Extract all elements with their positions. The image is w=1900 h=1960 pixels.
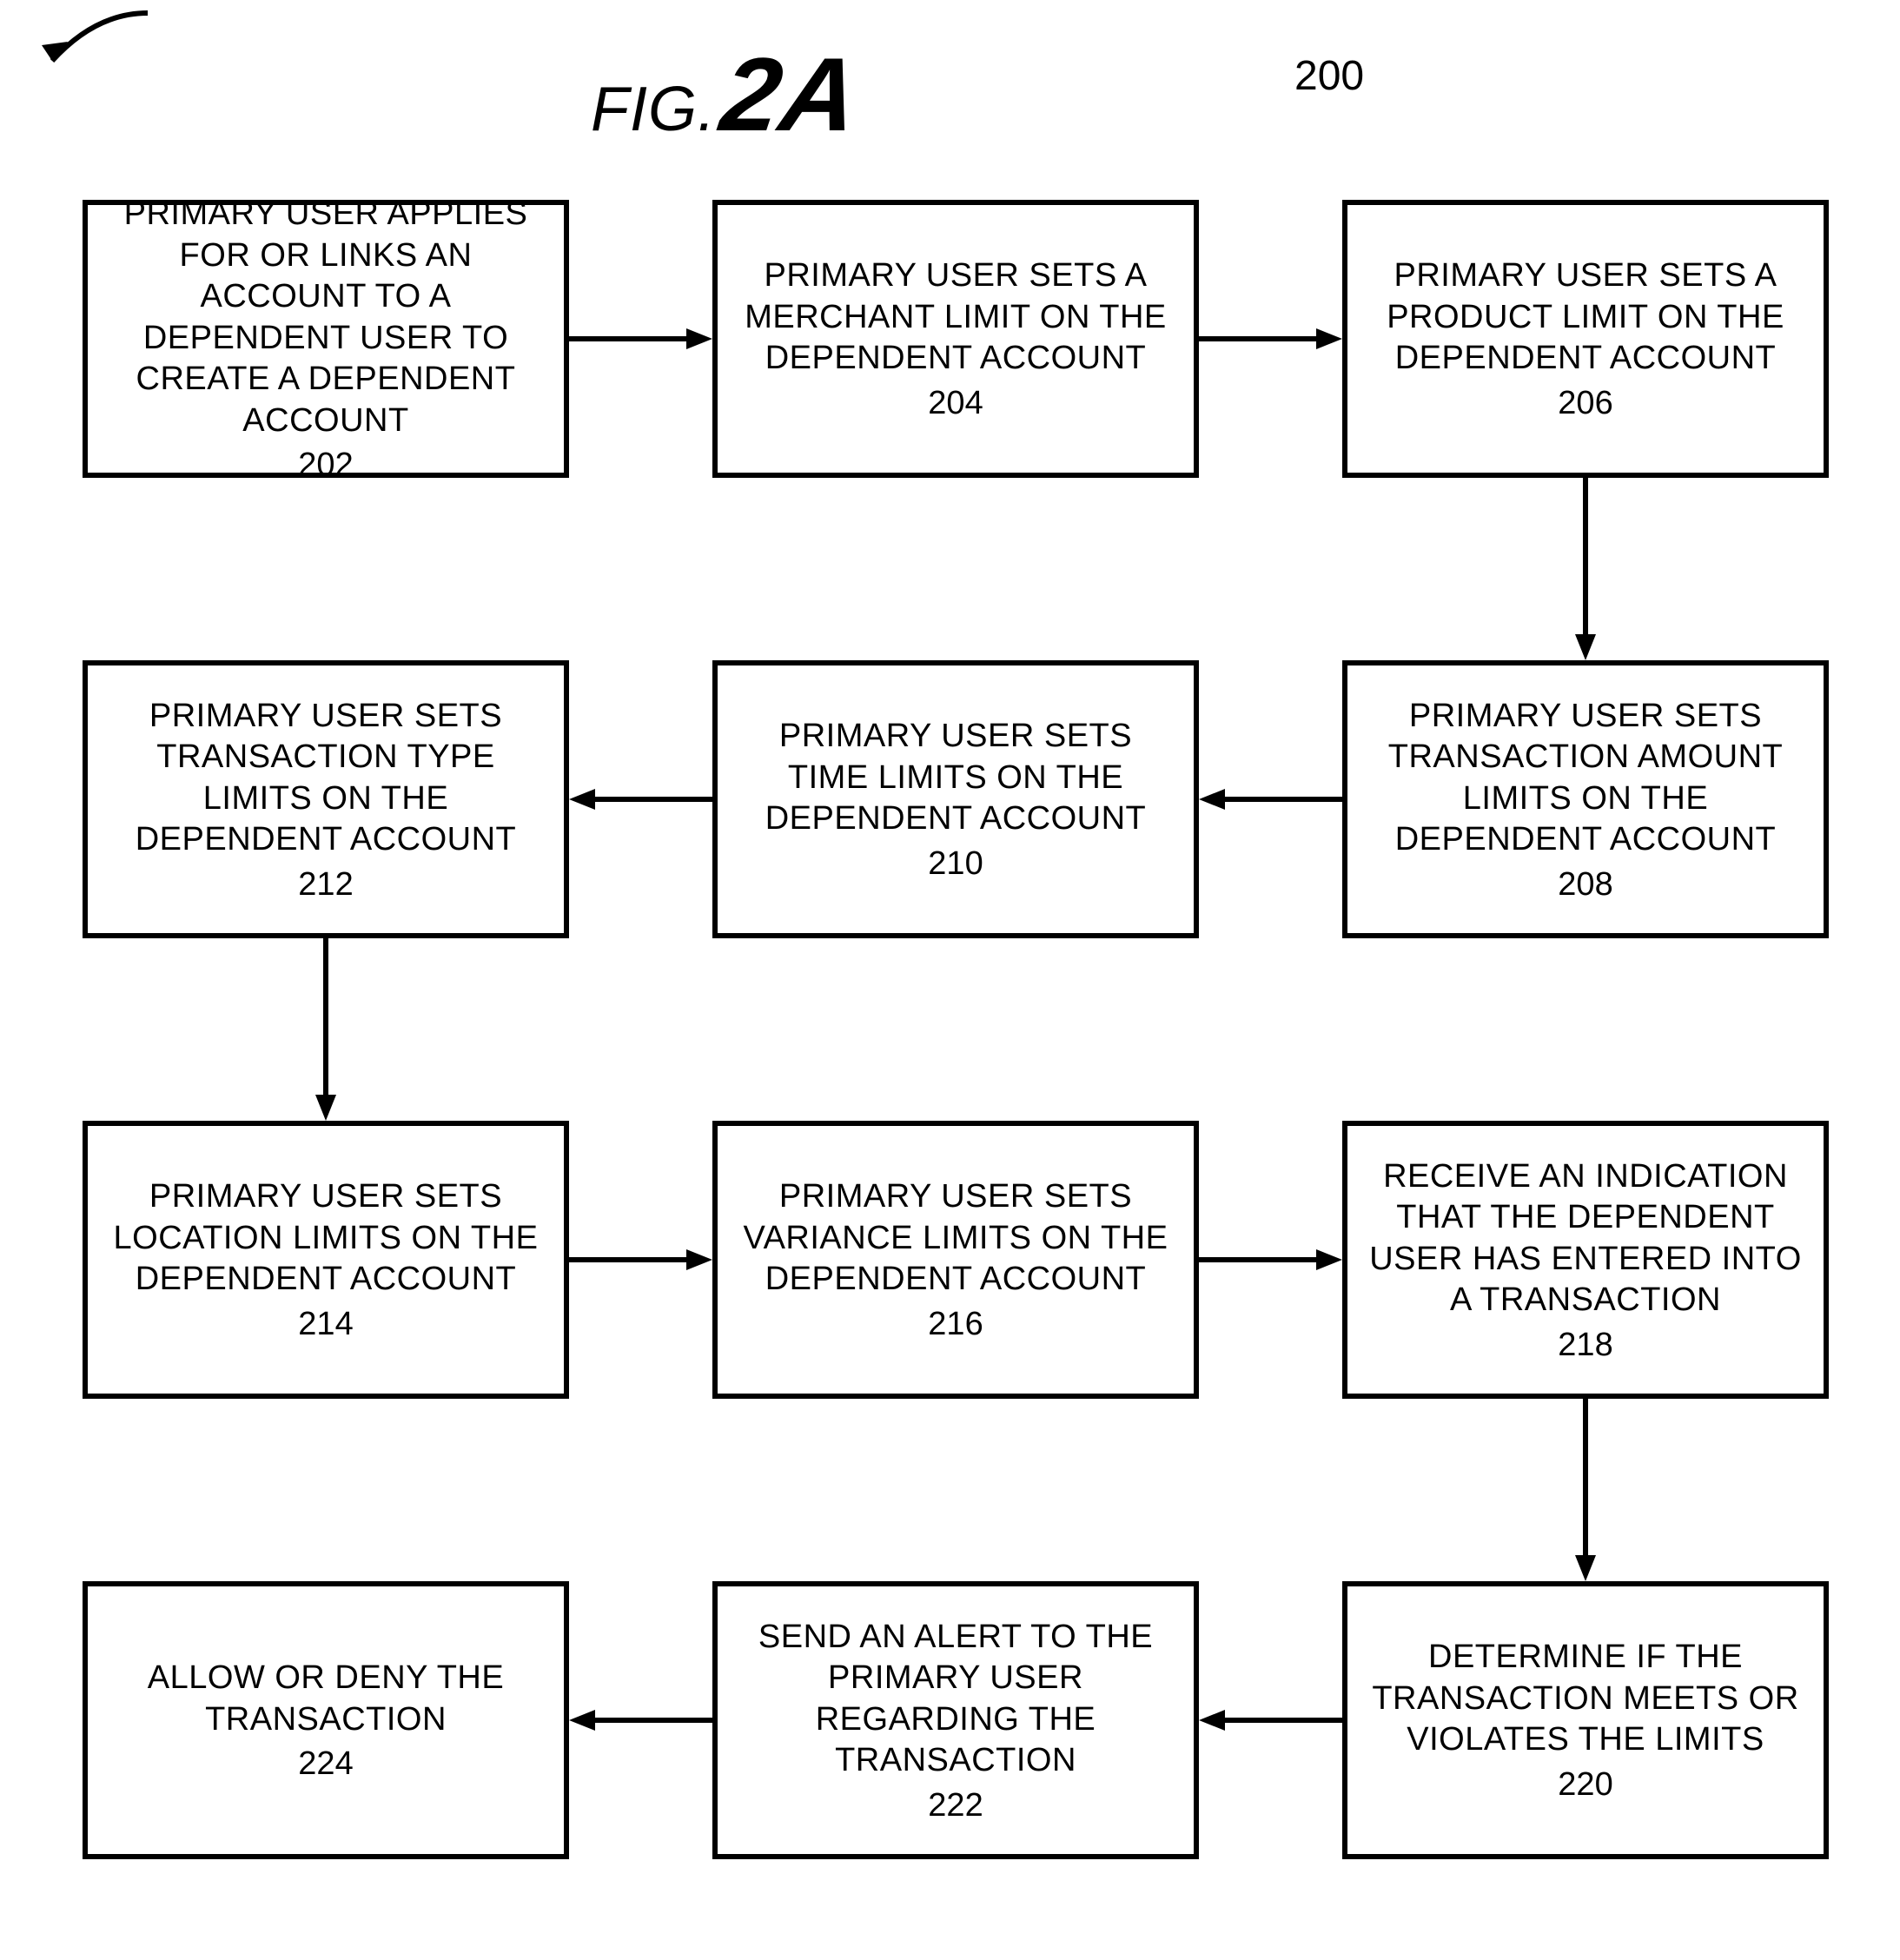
box-224-num: 224 — [298, 1745, 353, 1783]
arrow-216-218 — [1199, 1247, 1342, 1273]
reference-arrow — [0, 0, 156, 104]
arrow-206-208 — [1572, 478, 1599, 660]
box-214-text: PRIMARY USER SETS LOCATION LIMITS ON THE… — [105, 1176, 546, 1301]
box-210-num: 210 — [928, 845, 983, 883]
arrow-202-204 — [569, 326, 712, 352]
box-214-num: 214 — [298, 1306, 353, 1343]
box-212-num: 212 — [298, 866, 353, 904]
box-208: PRIMARY USER SETS TRANSACTION AMOUNT LIM… — [1342, 660, 1829, 938]
box-216-text: PRIMARY USER SETS VARIANCE LIMITS ON THE… — [735, 1176, 1176, 1301]
box-224: ALLOW OR DENY THE TRANSACTION 224 — [83, 1581, 569, 1859]
arrow-208-210 — [1199, 786, 1342, 812]
arrow-210-212 — [569, 786, 712, 812]
box-204-text: PRIMARY USER SETS A MERCHANT LIMIT ON TH… — [735, 255, 1176, 380]
box-216: PRIMARY USER SETS VARIANCE LIMITS ON THE… — [712, 1121, 1199, 1399]
box-208-num: 208 — [1558, 866, 1612, 904]
box-218: RECEIVE AN INDICATION THAT THE DEPENDENT… — [1342, 1121, 1829, 1399]
box-206-text: PRIMARY USER SETS A PRODUCT LIMIT ON THE… — [1365, 255, 1806, 380]
arrow-212-214 — [313, 938, 339, 1121]
arrow-222-224 — [569, 1707, 712, 1733]
box-202-num: 202 — [298, 447, 353, 484]
box-218-num: 218 — [1558, 1327, 1612, 1364]
box-206: PRIMARY USER SETS A PRODUCT LIMIT ON THE… — [1342, 200, 1829, 478]
box-212-text: PRIMARY USER SETS TRANSACTION TYPE LIMIT… — [105, 696, 546, 861]
figure-prefix: FIG. — [591, 74, 716, 145]
box-212: PRIMARY USER SETS TRANSACTION TYPE LIMIT… — [83, 660, 569, 938]
box-208-text: PRIMARY USER SETS TRANSACTION AMOUNT LIM… — [1365, 696, 1806, 861]
figure-number: 2A — [714, 35, 866, 155]
box-206-num: 206 — [1558, 385, 1612, 422]
box-216-num: 216 — [928, 1306, 983, 1343]
box-204-num: 204 — [928, 385, 983, 422]
box-218-text: RECEIVE AN INDICATION THAT THE DEPENDENT… — [1365, 1156, 1806, 1321]
box-220: DETERMINE IF THE TRANSACTION MEETS OR VI… — [1342, 1581, 1829, 1859]
box-210: PRIMARY USER SETS TIME LIMITS ON THE DEP… — [712, 660, 1199, 938]
box-222-num: 222 — [928, 1787, 983, 1824]
arrow-220-222 — [1199, 1707, 1342, 1733]
arrow-214-216 — [569, 1247, 712, 1273]
arrow-218-220 — [1572, 1399, 1599, 1581]
box-220-text: DETERMINE IF THE TRANSACTION MEETS OR VI… — [1365, 1637, 1806, 1761]
box-204: PRIMARY USER SETS A MERCHANT LIMIT ON TH… — [712, 200, 1199, 478]
arrow-204-206 — [1199, 326, 1342, 352]
figure-title: FIG. 2A — [591, 35, 857, 155]
box-210-text: PRIMARY USER SETS TIME LIMITS ON THE DEP… — [735, 716, 1176, 840]
box-202: PRIMARY USER APPLIES FOR OR LINKS AN ACC… — [83, 200, 569, 478]
box-222: SEND AN ALERT TO THE PRIMARY USER REGARD… — [712, 1581, 1199, 1859]
box-202-text: PRIMARY USER APPLIES FOR OR LINKS AN ACC… — [105, 194, 546, 441]
box-224-text: ALLOW OR DENY THE TRANSACTION — [105, 1658, 546, 1740]
flowchart-canvas: FIG. 2A 200 PRIMARY USER APPLIES FOR OR … — [0, 0, 1900, 1960]
figure-reference-number: 200 — [1294, 52, 1364, 100]
box-214: PRIMARY USER SETS LOCATION LIMITS ON THE… — [83, 1121, 569, 1399]
box-222-text: SEND AN ALERT TO THE PRIMARY USER REGARD… — [735, 1617, 1176, 1782]
box-220-num: 220 — [1558, 1766, 1612, 1804]
